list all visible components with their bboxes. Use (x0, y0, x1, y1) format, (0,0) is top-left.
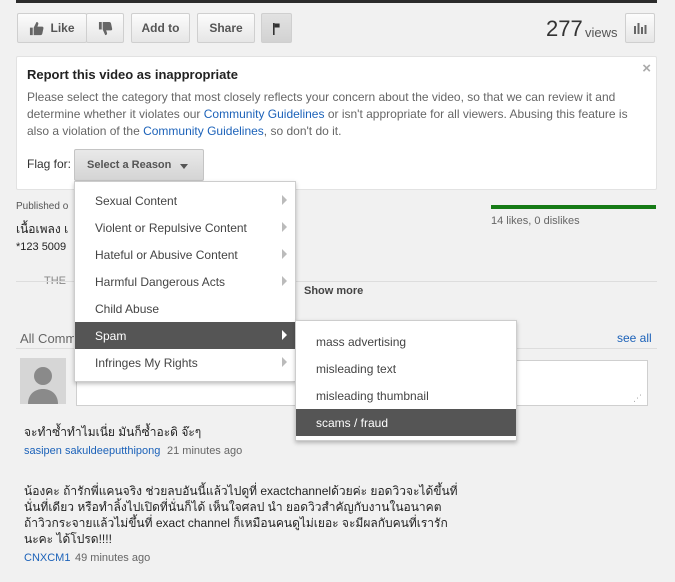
views-count: 277 (546, 16, 583, 41)
comment-line: นั่นที่เดียว หรือทำลิ้งไปเปิดที่นั่นก็ได… (24, 500, 442, 514)
menu-item-child-abuse[interactable]: Child Abuse (75, 295, 295, 322)
add-to-button[interactable]: Add to (131, 13, 190, 43)
submenu-item-label: mass advertising (316, 334, 407, 349)
top-bar (16, 0, 657, 3)
reason-select[interactable]: Select a Reason (74, 149, 204, 181)
comment-line: นะคะ ได้โปรด!!!! (24, 532, 112, 546)
submenu-item-misleading-text[interactable]: misleading text (296, 355, 516, 382)
published-date: Published o (16, 201, 69, 212)
thumbs-up-icon (29, 21, 44, 36)
menu-item-label: Spam (95, 328, 127, 343)
flag-icon (272, 22, 282, 35)
chevron-right-icon (282, 195, 287, 205)
show-more-button[interactable]: Show more (304, 285, 363, 297)
comments-header: All Comm (20, 331, 77, 346)
menu-item-hateful-content[interactable]: Hateful or Abusive Content (75, 241, 295, 268)
chevron-right-icon (282, 357, 287, 367)
thumbs-down-icon (98, 21, 113, 36)
submenu-item-label: misleading text (316, 361, 397, 376)
likes-ratio-bar (491, 205, 656, 209)
like-label: Like (50, 21, 75, 35)
like-button[interactable]: Like (17, 13, 87, 43)
resize-grip-icon[interactable]: ⋰ (633, 394, 642, 403)
report-title: Report this video as inappropriate (27, 67, 238, 82)
dislike-button[interactable] (86, 13, 124, 43)
description-line: เนื้อเพลง เ (16, 222, 69, 236)
menu-item-label: Harmful Dangerous Acts (95, 274, 226, 289)
spam-submenu: mass advertising misleading text mislead… (295, 320, 517, 441)
bar-chart-icon (633, 22, 647, 34)
description-line: *123 5009 (16, 241, 67, 253)
menu-item-violent-content[interactable]: Violent or Repulsive Content (75, 214, 295, 241)
avatar (20, 358, 66, 404)
stats-button[interactable] (625, 13, 655, 43)
comment-timestamp: 49 minutes ago (75, 552, 151, 564)
reason-select-label: Select a Reason (87, 159, 172, 171)
comment-text: จะทำซ้ำทำไมเนี่ย มันก็ซ้ำอะดิ จ๊ะๆ (24, 425, 202, 439)
see-all-link[interactable]: see all (617, 331, 652, 345)
submenu-item-scams-fraud[interactable]: scams / fraud (296, 409, 516, 436)
report-panel: Report this video as inappropriate × Ple… (16, 56, 657, 190)
flag-for-label: Flag for: (27, 157, 72, 171)
submenu-item-label: scams / fraud (316, 415, 389, 430)
submenu-item-mass-advertising[interactable]: mass advertising (296, 328, 516, 355)
menu-item-infringes-rights[interactable]: Infringes My Rights (75, 349, 295, 376)
comment-text: น้องคะ ถ้ารักพี่แคนจริง ช่วยลบอันนี้แล้ว… (24, 483, 494, 547)
share-label: Share (209, 21, 243, 35)
submenu-item-misleading-thumbnail[interactable]: misleading thumbnail (296, 382, 516, 409)
add-to-label: Add to (141, 21, 180, 35)
user-silhouette-icon (20, 358, 66, 404)
menu-item-label: Sexual Content (95, 193, 178, 208)
menu-item-sexual-content[interactable]: Sexual Content (75, 187, 295, 214)
submenu-item-label: misleading thumbnail (316, 388, 429, 403)
share-button[interactable]: Share (197, 13, 255, 43)
menu-item-label: Infringes My Rights (95, 355, 198, 370)
chevron-right-icon (282, 276, 287, 286)
comment-author-link[interactable]: CNXCM1 (24, 552, 70, 564)
comment-line: ถ้าวิวกระจายแล้วไม่ขึ้นที่ exact channel… (24, 516, 448, 530)
menu-item-label: Violent or Repulsive Content (95, 220, 247, 235)
comment-line: น้องคะ ถ้ารักพี่แคนจริง ช่วยลบอันนี้แล้ว… (24, 484, 458, 498)
likes-dislikes-count: 14 likes, 0 dislikes (491, 215, 580, 227)
menu-item-spam[interactable]: Spam (75, 322, 295, 349)
report-description: Please select the category that most clo… (27, 89, 649, 140)
chevron-right-icon (282, 249, 287, 259)
menu-item-label: Hateful or Abusive Content (95, 247, 238, 262)
reason-menu: Sexual Content Violent or Repulsive Cont… (74, 181, 296, 382)
chevron-right-icon (282, 330, 287, 340)
chevron-right-icon (282, 222, 287, 232)
report-desc-text: , so don't do it. (263, 124, 342, 138)
comment-author-link[interactable]: sasipen sakuldeeputthipong (24, 445, 160, 457)
views-label: views (585, 25, 618, 40)
community-guidelines-link[interactable]: Community Guidelines (204, 107, 325, 121)
community-guidelines-link[interactable]: Community Guidelines (143, 124, 264, 138)
close-icon[interactable]: × (642, 60, 651, 77)
flag-button[interactable] (261, 13, 292, 43)
menu-item-label: Child Abuse (95, 301, 160, 316)
comment-timestamp: 21 minutes ago (167, 445, 243, 457)
caret-down-icon (180, 163, 189, 169)
menu-item-harmful-acts[interactable]: Harmful Dangerous Acts (75, 268, 295, 295)
